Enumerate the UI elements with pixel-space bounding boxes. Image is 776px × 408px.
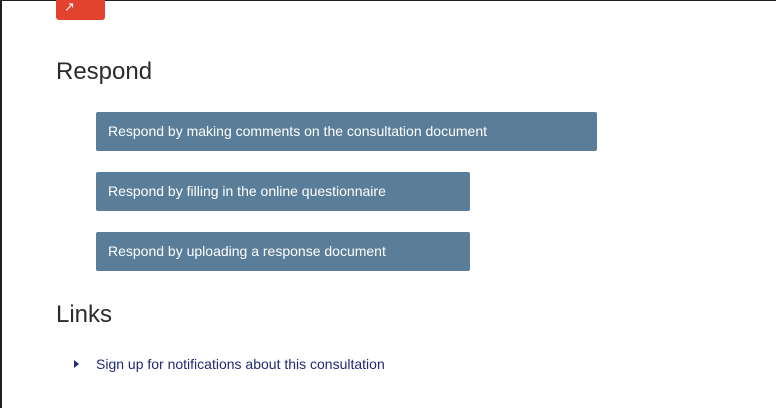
respond-comments-button[interactable]: Respond by making comments on the consul… [96, 112, 597, 151]
respond-heading: Respond [56, 58, 153, 85]
links-heading: Links [56, 301, 113, 328]
links-list-item: Sign up for notifications about this con… [74, 355, 385, 373]
page-frame: ↗ Respond Respond by making comments on … [0, 0, 776, 408]
share-icon: ↗ [64, 0, 75, 14]
respond-upload-button[interactable]: Respond by uploading a response document [96, 232, 470, 271]
notifications-signup-link[interactable]: Sign up for notifications about this con… [96, 355, 385, 373]
share-badge[interactable]: ↗ [56, 0, 105, 20]
triangle-bullet-icon [74, 360, 79, 368]
respond-questionnaire-button[interactable]: Respond by filling in the online questio… [96, 172, 470, 211]
